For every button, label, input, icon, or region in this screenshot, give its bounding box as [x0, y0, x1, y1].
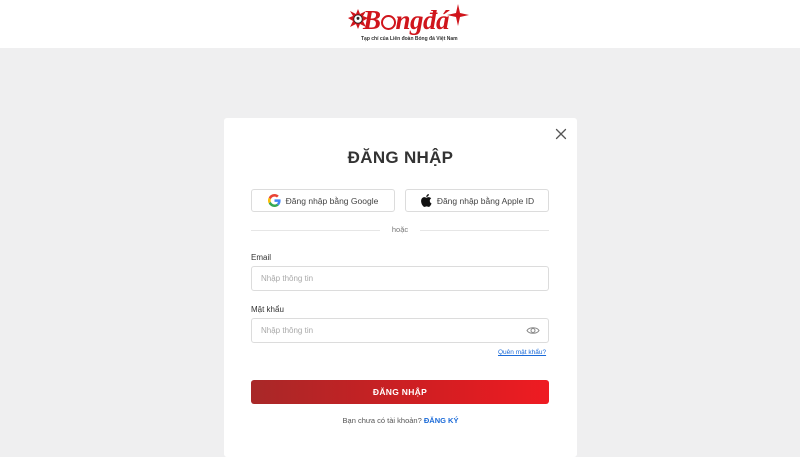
logo-letters-rest: ngđá	[395, 5, 450, 35]
signup-link[interactable]: ĐĂNG KÝ	[424, 416, 459, 425]
email-label: Email	[251, 253, 272, 262]
forgot-password-link[interactable]: Quên mật khẩu?	[498, 349, 546, 356]
apple-icon	[420, 194, 432, 207]
logo-ball-o	[380, 15, 396, 30]
logo-wordmark: B ngđá	[349, 5, 450, 35]
divider-text: hoặc	[380, 225, 420, 234]
star-icon	[447, 4, 469, 26]
email-field[interactable]	[251, 266, 549, 291]
password-label: Mật khẩu	[251, 305, 284, 314]
signup-prompt: Bạn chưa có tài khoản?	[342, 416, 422, 425]
logo-tagline: Tạp chí của Liên đoàn Bóng đá Việt Nam	[361, 36, 458, 42]
password-field[interactable]	[251, 318, 549, 343]
site-logo[interactable]: B ngđá Tạp chí của Liên đoàn Bóng đá Việ…	[348, 4, 471, 46]
apple-login-button[interactable]: Đăng nhập bằng Apple ID	[405, 189, 549, 212]
eye-icon[interactable]	[526, 324, 540, 337]
google-icon	[267, 194, 281, 207]
close-icon[interactable]	[554, 127, 568, 141]
signup-row: Bạn chưa có tài khoản? ĐĂNG KÝ	[224, 416, 577, 425]
page-title: ĐĂNG NHẬP	[347, 148, 454, 167]
login-submit-button[interactable]: ĐĂNG NHẬP	[251, 380, 549, 404]
logo-letter-b: B	[363, 5, 381, 35]
google-login-button[interactable]: Đăng nhập bằng Google	[251, 189, 395, 212]
google-login-label: Đăng nhập bằng Google	[285, 195, 379, 206]
apple-login-label: Đăng nhập bằng Apple ID	[436, 195, 535, 206]
site-header: B ngđá Tạp chí của Liên đoàn Bóng đá Việ…	[0, 0, 800, 48]
login-modal: ĐĂNG NHẬP Đăng nhập bằng Google Đăng nhậ…	[224, 118, 577, 457]
